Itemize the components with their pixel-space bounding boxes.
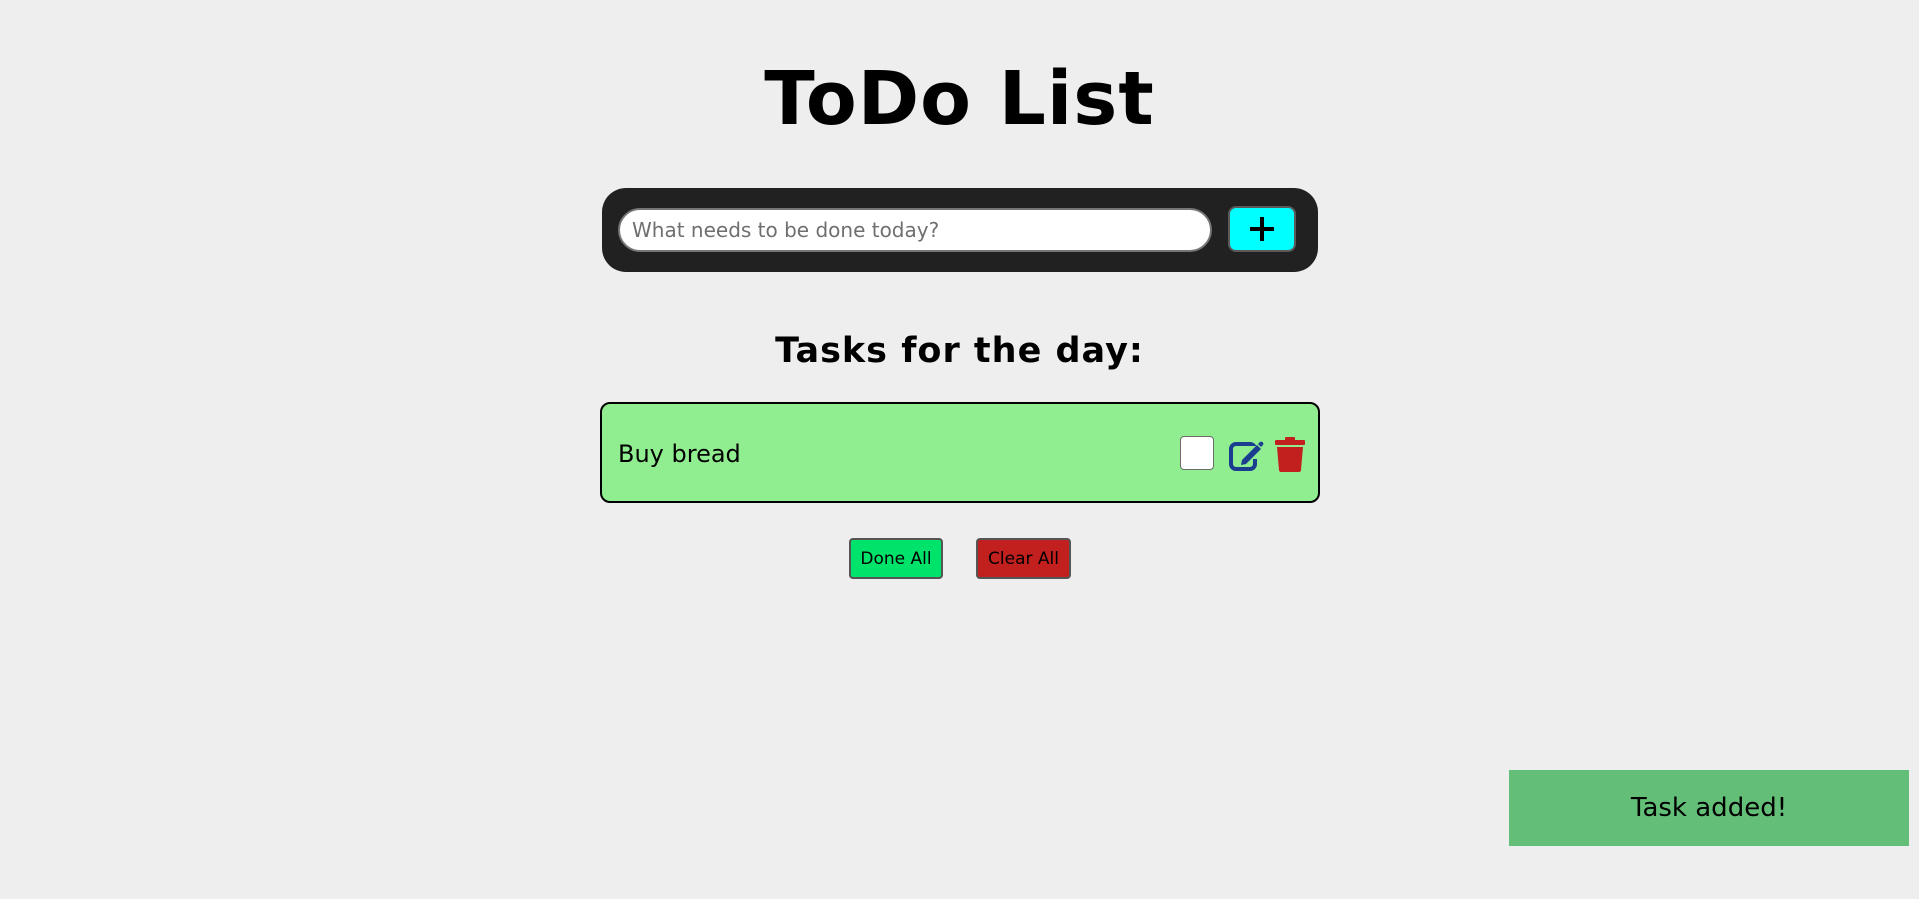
task-list: Buy bread [600, 402, 1320, 503]
toast-notification: Task added! [1509, 770, 1909, 846]
pen-to-square-icon[interactable] [1228, 436, 1264, 472]
add-task-button[interactable] [1228, 206, 1296, 252]
task-text: Buy bread [618, 440, 741, 468]
page-title: ToDo List [764, 56, 1155, 142]
task-item: Buy bread [600, 402, 1320, 503]
clear-all-button[interactable]: Clear All [976, 538, 1071, 579]
task-input[interactable] [618, 208, 1212, 252]
task-done-checkbox[interactable] [1180, 436, 1214, 470]
plus-icon [1250, 217, 1274, 241]
trash-icon[interactable] [1274, 436, 1306, 472]
task-input-bar [602, 188, 1318, 272]
done-all-button[interactable]: Done All [849, 538, 943, 579]
tasks-heading: Tasks for the day: [775, 331, 1144, 371]
